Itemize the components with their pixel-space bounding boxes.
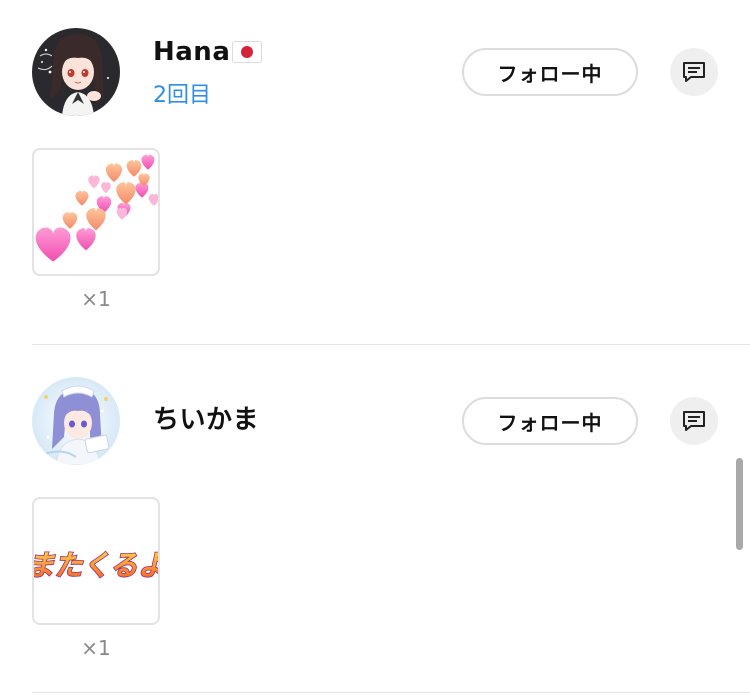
divider [32,692,750,693]
message-icon [683,411,705,431]
message-icon [683,62,705,82]
gift-quantity: ×1 [81,636,111,660]
following-button[interactable]: フォロー中 [462,48,638,96]
gift-card[interactable] [32,148,160,276]
scrollbar[interactable] [736,458,743,550]
avatar[interactable] [32,377,120,465]
supporter-item: ちいかま フォロー中 またくるよ ×1 [0,349,750,694]
message-button[interactable] [670,397,718,445]
supporter-item: Hana 2回目 フォロー中 ×1 [0,0,750,345]
gift-card[interactable]: またくるよ [32,497,160,625]
divider [32,344,750,345]
japan-flag-icon [232,40,263,70]
avatar[interactable] [32,28,120,116]
hearts-sticker-icon [35,154,158,262]
username[interactable]: ちいかま [153,405,259,435]
gift-quantity: ×1 [81,287,111,311]
following-button[interactable]: フォロー中 [462,397,638,445]
message-button[interactable] [670,48,718,96]
matakuruyo-sticker-icon: またくるよ [34,548,158,583]
sticker-text: またくるよ [34,549,158,582]
username[interactable]: Hana [153,37,263,70]
visit-count: 2回目 [153,83,211,108]
